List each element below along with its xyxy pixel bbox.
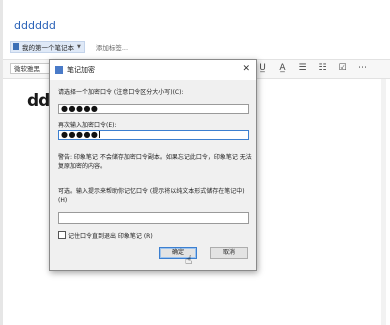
confirm-password-value: ●●●●● xyxy=(61,130,99,139)
cancel-button[interactable]: 取消 xyxy=(210,247,248,259)
numbered-list-icon[interactable]: ☷ xyxy=(315,63,330,74)
app-icon xyxy=(55,66,63,74)
password-prompt-label: 请选择一个加密口令 (注意口令区分大小写)(C): xyxy=(58,89,184,96)
password-input[interactable]: ●●●●● xyxy=(58,104,249,114)
note-scrollbar[interactable] xyxy=(381,79,386,325)
text-caret xyxy=(99,131,101,138)
note-body-text-start: dd xyxy=(27,91,50,111)
notebook-icon xyxy=(13,43,19,50)
more-icon[interactable]: ⋯ xyxy=(355,63,370,74)
dialog-title: 笔记加密 xyxy=(67,66,95,74)
dialog-titlebar: 笔记加密 ✕ xyxy=(50,60,256,80)
font-select[interactable]: 微软雅黑 xyxy=(10,63,50,74)
bullet-list-icon[interactable]: ☰ xyxy=(295,63,310,74)
notebook-selector[interactable]: 我的第一个笔记本 ▼ xyxy=(10,40,85,53)
mouse-pointer-icon: ☝ xyxy=(185,253,193,267)
confirm-password-input[interactable]: ●●●●● xyxy=(58,130,249,140)
chevron-down-icon: ▼ xyxy=(77,43,81,50)
confirm-password-label: 再次输入加密口令(E): xyxy=(58,122,117,129)
toolbar-icons: U̲ A̲ ☰ ☷ ☑ ⋯ xyxy=(255,63,375,74)
underline-icon[interactable]: U̲ xyxy=(255,63,270,74)
hint-prompt-label: 可选。输入提示来帮助你记忆口令 (提示将以纯文本形式储存在笔记中)(H) xyxy=(58,188,245,204)
left-panel-edge xyxy=(0,0,3,325)
close-icon[interactable]: ✕ xyxy=(242,64,250,74)
notebook-label: 我的第一个笔记本 xyxy=(22,43,74,52)
checkbox-list-icon[interactable]: ☑ xyxy=(335,63,350,74)
hint-input[interactable] xyxy=(58,212,249,224)
notebook-row: 我的第一个笔记本 ▼ 添加标签... xyxy=(10,40,128,53)
encrypt-note-dialog: 笔记加密 ✕ 请选择一个加密口令 (注意口令区分大小写)(C): ●●●●● 再… xyxy=(49,59,257,271)
remember-password-label[interactable]: 记住口令直到退出 印象笔记 (R) xyxy=(68,231,153,240)
note-title[interactable]: dddddd xyxy=(14,19,56,32)
add-tag-link[interactable]: 添加标签... xyxy=(96,42,128,52)
warning-text: 警告: 印象笔记 不会储存加密口令副本。如果忘记此口令，印象笔记 无法复原加密的… xyxy=(58,154,252,170)
remember-password-checkbox[interactable] xyxy=(58,231,66,239)
highlight-icon[interactable]: A̲ xyxy=(275,63,290,74)
